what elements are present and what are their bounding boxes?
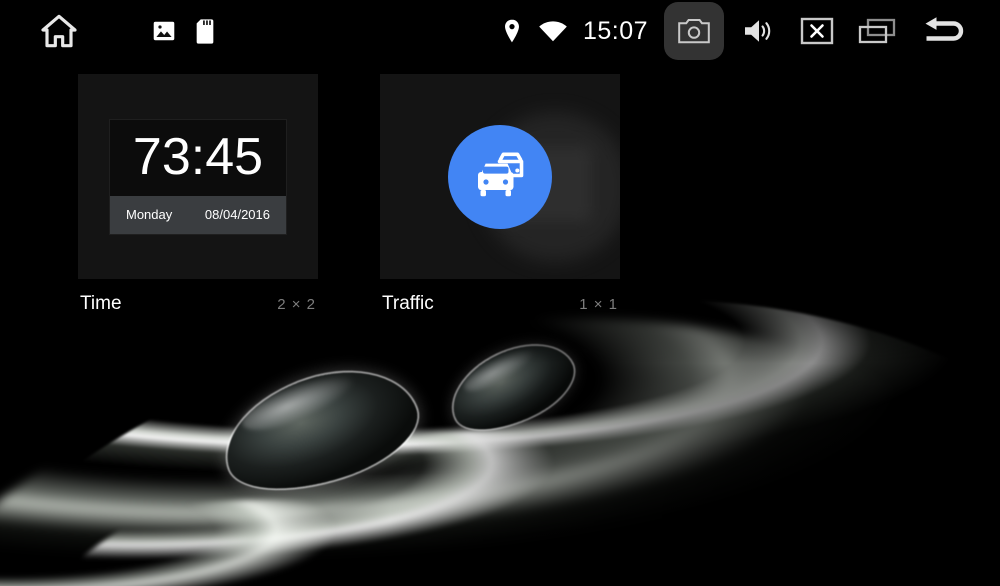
widget-size-traffic: 1 × 1 — [579, 296, 618, 313]
wifi-icon — [529, 0, 577, 62]
clock-widget-date: 08/04/2016 — [204, 207, 270, 222]
sdcard-icon[interactable] — [186, 0, 224, 62]
clock-widget-weekday: Monday — [126, 207, 173, 222]
widget-size-time: 2 × 2 — [277, 296, 316, 313]
widget-preview-traffic[interactable] — [380, 74, 620, 279]
volume-icon[interactable] — [730, 0, 788, 62]
home-icon[interactable] — [28, 0, 90, 62]
camera-icon[interactable] — [664, 2, 724, 60]
back-icon[interactable] — [908, 0, 982, 62]
status-bar: 15:07 — [0, 0, 1000, 62]
widget-picker: 73:45 Monday 08/04/2016 Time 2 × 2 Traff… — [0, 62, 1000, 322]
location-pin-icon — [495, 0, 529, 62]
status-bar-clock: 15:07 — [582, 16, 648, 45]
traffic-car-icon — [448, 124, 552, 229]
widget-meta-time: Time 2 × 2 — [78, 279, 318, 315]
widget-item-time[interactable]: 73:45 Monday 08/04/2016 Time 2 × 2 — [78, 74, 318, 315]
gallery-icon[interactable] — [142, 0, 186, 62]
widget-meta-traffic: Traffic 1 × 1 — [380, 279, 620, 315]
recents-icon[interactable] — [846, 0, 908, 62]
clock-widget-preview: 73:45 Monday 08/04/2016 — [110, 119, 286, 234]
close-icon[interactable] — [788, 0, 846, 62]
widget-label-time: Time — [80, 293, 122, 314]
widget-item-traffic[interactable]: Traffic 1 × 1 — [380, 74, 620, 315]
status-bar-left-group — [0, 0, 224, 62]
clock-widget-datebar: Monday 08/04/2016 — [110, 195, 286, 234]
device-screen: 15:07 73:45 Monday 08/04/2016 Time 2 × 2… — [0, 0, 1000, 586]
clock-widget-time: 73:45 — [110, 119, 286, 196]
widget-preview-time[interactable]: 73:45 Monday 08/04/2016 — [78, 74, 318, 279]
status-bar-right-group: 15:07 — [495, 0, 1000, 62]
widget-label-traffic: Traffic — [382, 293, 434, 314]
